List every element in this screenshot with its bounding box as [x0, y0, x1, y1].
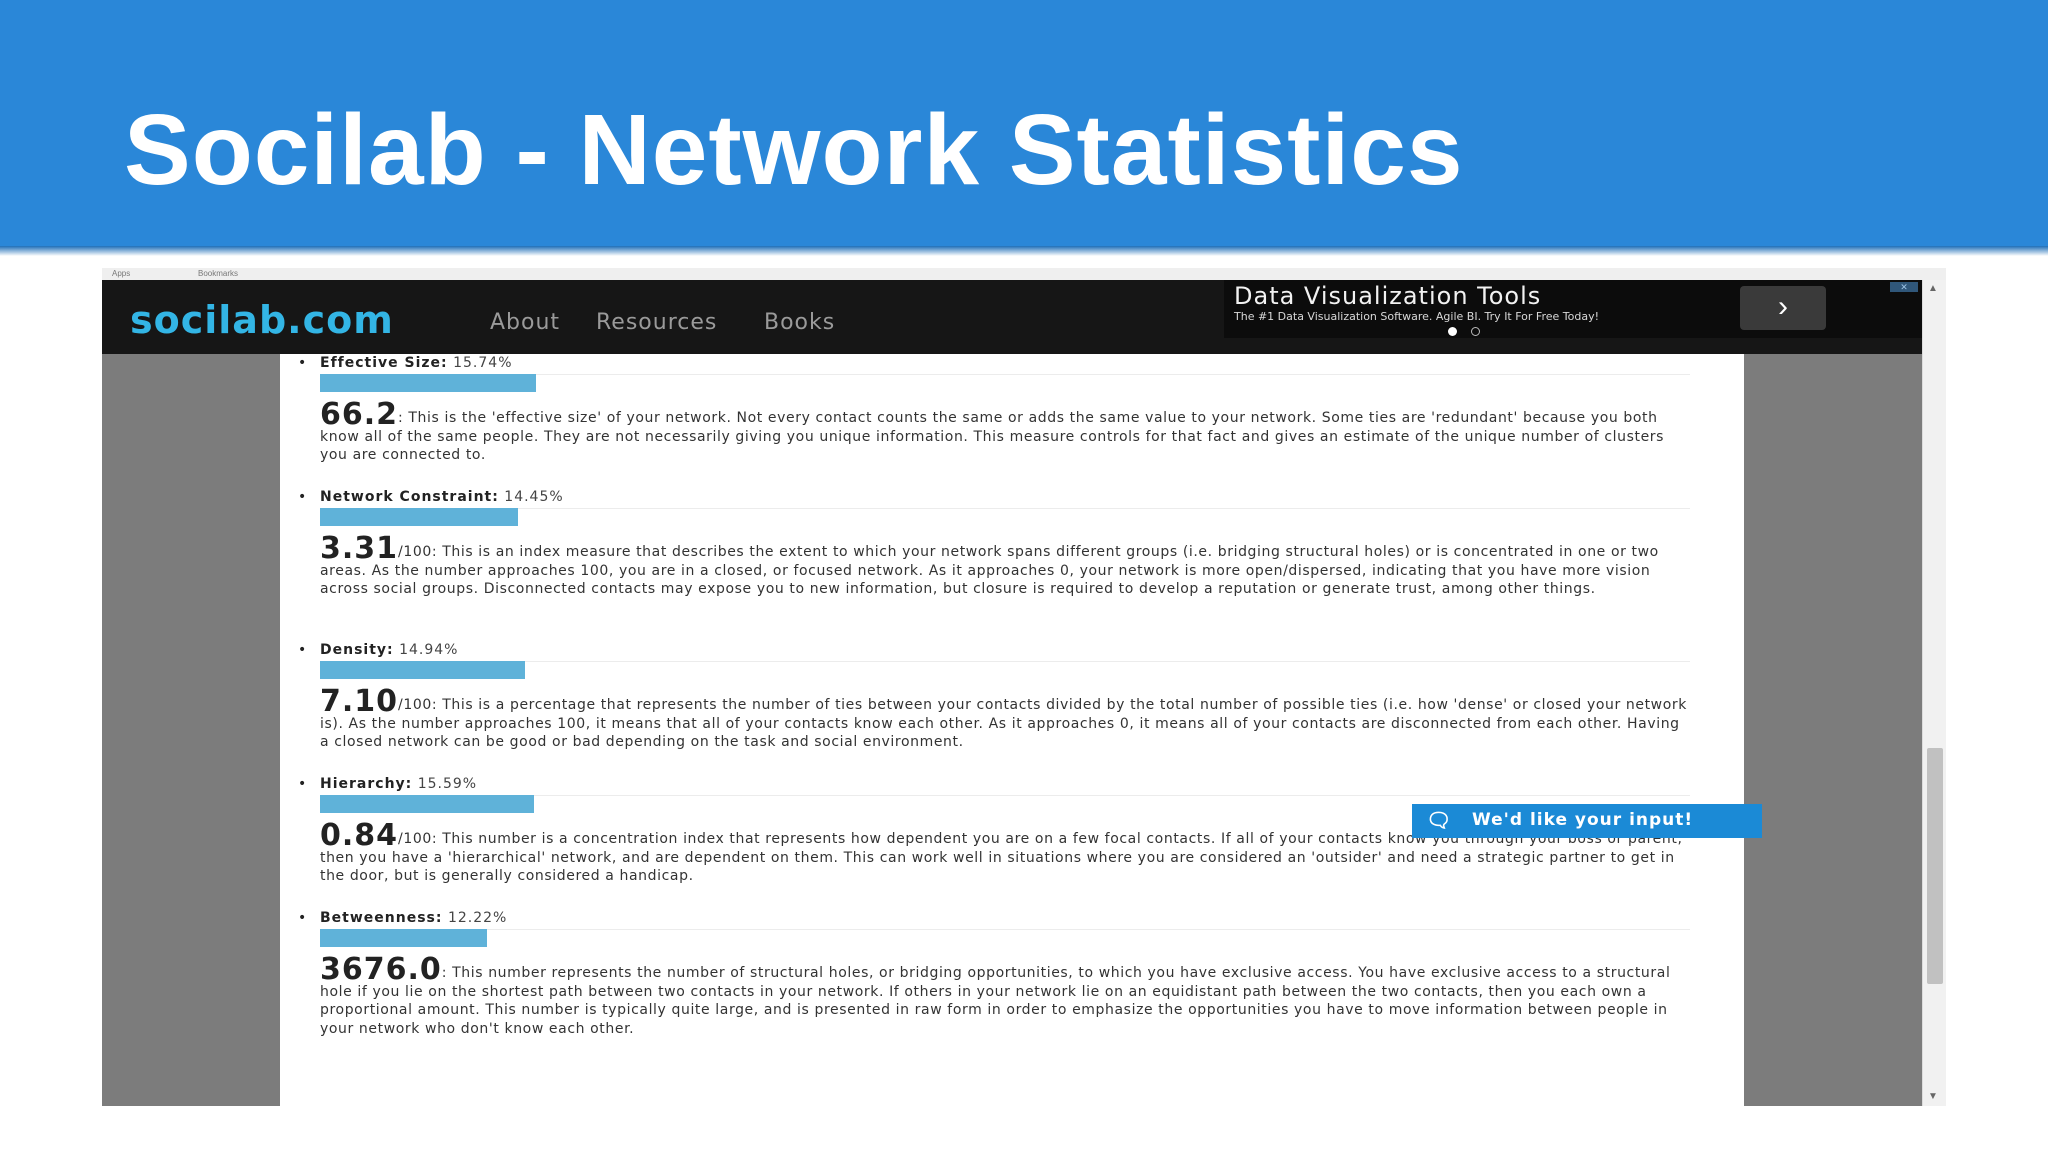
stat-network-constraint: • Network Constraint: 14.45% 3.31/100: T…: [298, 488, 1690, 599]
scroll-thumb[interactable]: [1927, 748, 1943, 984]
stat-bar: [320, 661, 1690, 679]
stat-value: 3.31: [320, 531, 399, 566]
feedback-button[interactable]: 🗨 We'd like your input!: [1412, 804, 1762, 838]
stat-value: 66.2: [320, 397, 399, 432]
ad-subtitle: The #1 Data Visualization Software. Agil…: [1234, 310, 1599, 323]
ad-close-icon[interactable]: ✕: [1890, 282, 1918, 292]
stat-percent: 12.22%: [447, 910, 508, 926]
stat-description: : This is a percentage that represents t…: [320, 697, 1687, 750]
scroll-down-icon[interactable]: ▼: [1928, 1092, 1938, 1102]
stat-description: : This number represents the number of s…: [320, 965, 1671, 1037]
stat-label: Betweenness:: [320, 910, 443, 926]
site-logo[interactable]: socilab.com: [130, 298, 394, 342]
stat-description: : This number is a concentration index t…: [320, 831, 1683, 884]
ad-carousel-dots: [1448, 323, 1494, 341]
stat-label: Network Constraint:: [320, 489, 499, 505]
ad-title: Data Visualization Tools: [1234, 282, 1542, 310]
site-navbar: socilab.com About Resources Books Data V…: [102, 280, 1922, 354]
stat-betweenness: • Betweenness: 12.22% 3676.0: This numbe…: [298, 909, 1690, 1038]
stats-content: • Effective Size: 15.74% 66.2: This is t…: [280, 354, 1744, 1106]
stat-bar-fill: [320, 661, 525, 679]
stat-unit: /100: [398, 697, 432, 713]
slide-title: Socilab - Network Statistics: [124, 94, 1464, 206]
stat-value: 7.10: [320, 684, 399, 719]
bullet: •: [298, 489, 308, 505]
stat-bar-fill: [320, 508, 518, 526]
stat-unit: /100: [398, 544, 432, 560]
stat-percent: 14.94%: [399, 642, 459, 658]
stat-description-block: 66.2: This is the 'effective size' of yo…: [320, 400, 1690, 465]
stat-label: Hierarchy:: [320, 776, 413, 792]
stat-bar: [320, 374, 1690, 392]
page-scrollbar[interactable]: ▲ ▼: [1922, 280, 1946, 1106]
stat-description-block: 3676.0: This number represents the numbe…: [320, 955, 1690, 1038]
stat-label: Density:: [320, 642, 394, 658]
stat-unit: /100: [398, 831, 432, 847]
stat-bar: [320, 929, 1690, 947]
stat-bar-fill: [320, 795, 534, 813]
stat-description: : This is an index measure that describe…: [320, 544, 1659, 597]
stat-percent: 14.45%: [504, 489, 564, 505]
bookmark-apps[interactable]: Apps: [112, 268, 130, 280]
stat-density: • Density: 14.94% 7.10/100: This is a pe…: [298, 641, 1690, 752]
bullet: •: [298, 776, 308, 792]
ad-next-button[interactable]: ›: [1740, 286, 1826, 330]
ad-banner[interactable]: Data Visualization Tools The #1 Data Vis…: [1224, 280, 1922, 338]
chevron-right-icon: ›: [1778, 290, 1788, 323]
nav-books[interactable]: Books: [764, 310, 835, 335]
bullet: •: [298, 642, 308, 658]
chat-bubbles-icon: 🗨: [1426, 808, 1453, 832]
bullet: •: [298, 355, 308, 371]
scroll-up-icon[interactable]: ▲: [1928, 284, 1938, 294]
ad-dot-inactive[interactable]: [1471, 327, 1480, 336]
stat-percent: 15.74%: [453, 355, 513, 371]
stat-bar: [320, 508, 1690, 526]
stat-description-block: 3.31/100: This is an index measure that …: [320, 534, 1690, 599]
stat-value: 3676.0: [320, 952, 442, 987]
feedback-label: We'd like your input!: [1472, 810, 1694, 830]
stat-value: 0.84: [320, 818, 399, 853]
nav-about[interactable]: About: [490, 310, 560, 335]
stat-effective-size: • Effective Size: 15.74% 66.2: This is t…: [298, 354, 1690, 465]
stat-label: Effective Size:: [320, 355, 448, 371]
nav-resources[interactable]: Resources: [596, 310, 717, 335]
header-shadow: [0, 246, 2048, 256]
ad-dot-active[interactable]: [1448, 327, 1457, 336]
bookmark-bookmarks[interactable]: Bookmarks: [198, 268, 238, 280]
stat-bar-fill: [320, 374, 536, 392]
bullet: •: [298, 910, 308, 926]
stat-bar-fill: [320, 929, 487, 947]
stat-percent: 15.59%: [417, 776, 478, 792]
stat-description: : This is the 'effective size' of your n…: [320, 410, 1665, 463]
website-screenshot: Apps Bookmarks socilab.com About Resourc…: [102, 268, 1946, 1106]
slide-header: Socilab - Network Statistics: [0, 0, 2048, 246]
stat-description-block: 7.10/100: This is a percentage that repr…: [320, 687, 1690, 752]
